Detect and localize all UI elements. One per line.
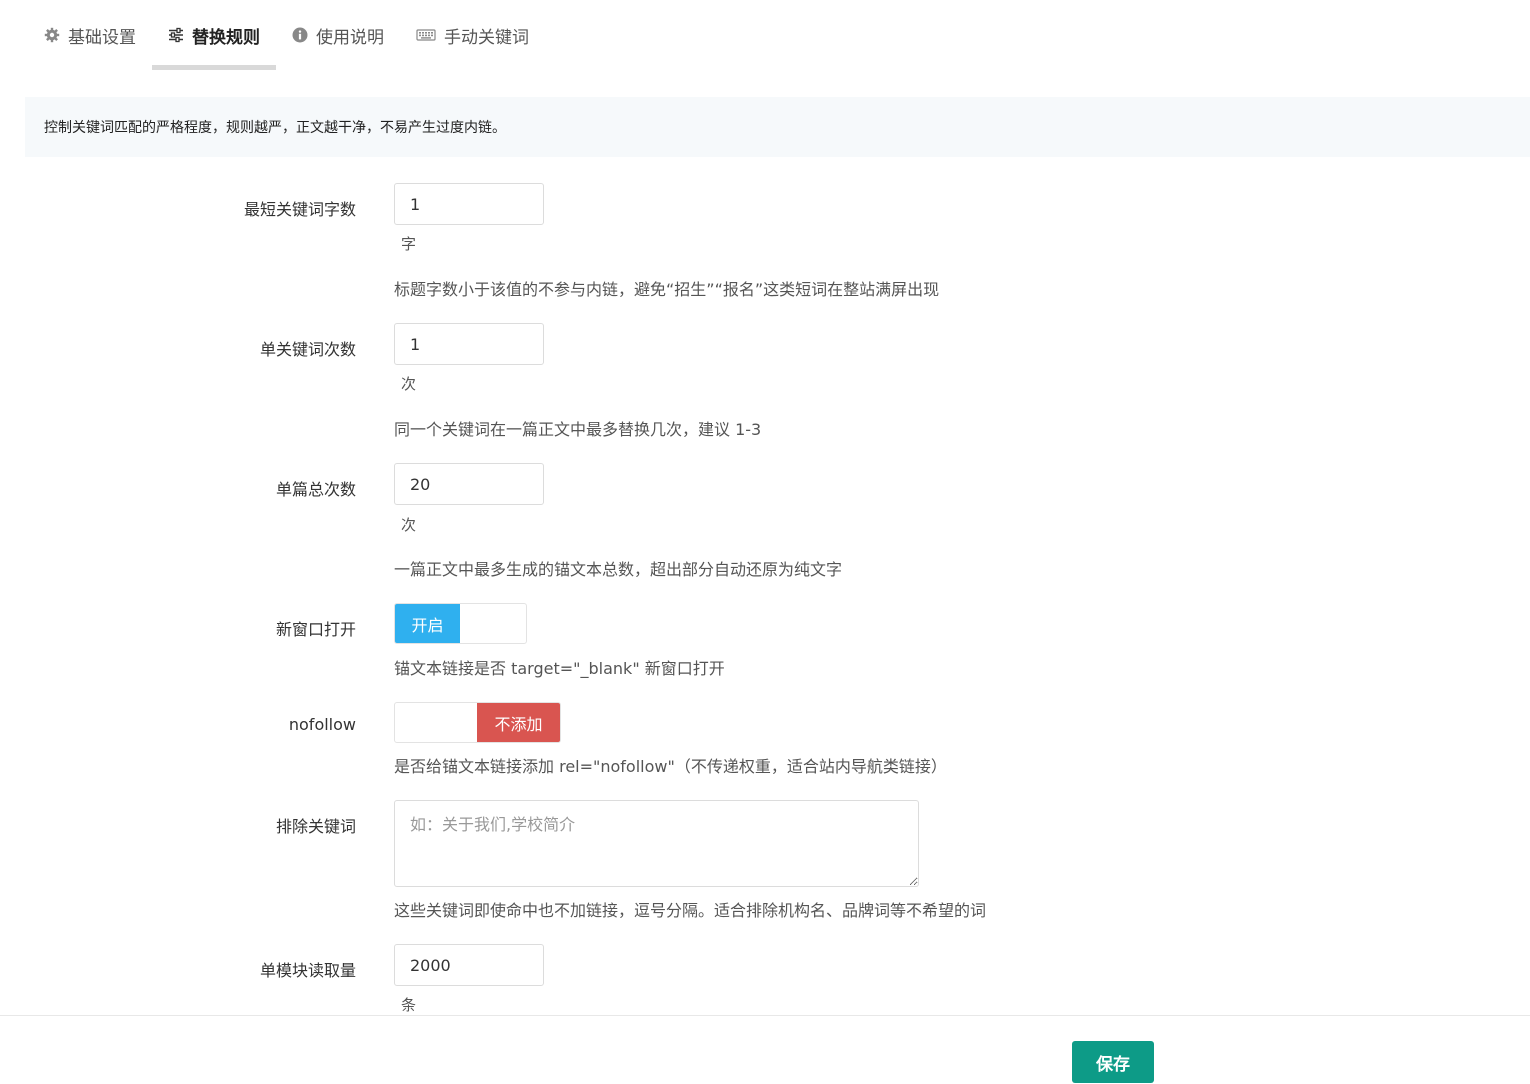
exclude-keywords-textarea[interactable] [394,800,919,887]
tab-bar: 基础设置 替换规则 使用说明 手动关键词 [28,0,545,70]
tab-manual-keywords[interactable]: 手动关键词 [400,0,545,70]
notice-banner: 控制关键词匹配的严格程度，规则越严，正文越干净，不易产生过度内链。 [25,97,1530,157]
save-button[interactable]: 保存 [1072,1041,1154,1083]
per-keyword-label: 单关键词次数 [259,340,356,359]
sliders-icon [168,27,184,43]
min-length-label: 最短关键词字数 [243,200,356,219]
tab-replace-rules[interactable]: 替换规则 [152,0,276,70]
tab-basic-settings[interactable]: 基础设置 [28,0,152,70]
read-limit-unit: 条 [401,996,417,1014]
min-length-unit: 字 [401,235,417,253]
new-window-toggle[interactable]: 开启 [394,603,527,644]
toggle-knob-area [395,703,477,742]
toggle-state-label: 开启 [395,604,460,643]
tab-label: 手动关键词 [444,27,529,48]
per-keyword-input[interactable] [394,323,544,365]
exclude-keywords-help: 这些关键词即使命中也不加链接，逗号分隔。适合排除机构名、品牌词等不希望的词 [394,901,987,920]
read-limit-input[interactable] [394,944,544,986]
read-limit-label: 单模块读取量 [259,961,356,980]
tab-label: 使用说明 [316,27,384,48]
new-window-help: 锚文本链接是否 target="_blank" 新窗口打开 [394,659,725,678]
per-article-help: 一篇正文中最多生成的锚文本总数，超出部分自动还原为纯文字 [394,560,843,579]
per-keyword-help: 同一个关键词在一篇正文中最多替换几次，建议 1-3 [394,420,762,439]
min-length-input[interactable] [394,183,544,225]
per-article-label: 单篇总次数 [275,480,356,499]
per-article-unit: 次 [401,516,417,534]
min-length-help: 标题字数小于该值的不参与内链，避免“招生”“报名”这类短词在整站满屏出现 [394,280,940,299]
tab-label: 替换规则 [192,27,260,48]
nofollow-label: nofollow [288,715,356,734]
tab-usage-guide[interactable]: 使用说明 [276,0,400,70]
nofollow-toggle[interactable]: 不添加 [394,702,561,743]
keyboard-icon [416,27,436,43]
gear-icon [44,27,60,43]
info-icon [292,27,308,43]
per-keyword-unit: 次 [401,375,417,393]
per-article-input[interactable] [394,463,544,505]
toggle-knob-area [460,604,526,643]
new-window-label: 新窗口打开 [275,620,356,639]
tab-label: 基础设置 [68,27,136,48]
exclude-keywords-label: 排除关键词 [275,817,356,836]
footer-bar: 保存 [0,1015,1530,1084]
nofollow-help: 是否给锚文本链接添加 rel="nofollow"（不传递权重，适合站内导航类链… [394,757,947,776]
toggle-state-label: 不添加 [477,703,560,742]
